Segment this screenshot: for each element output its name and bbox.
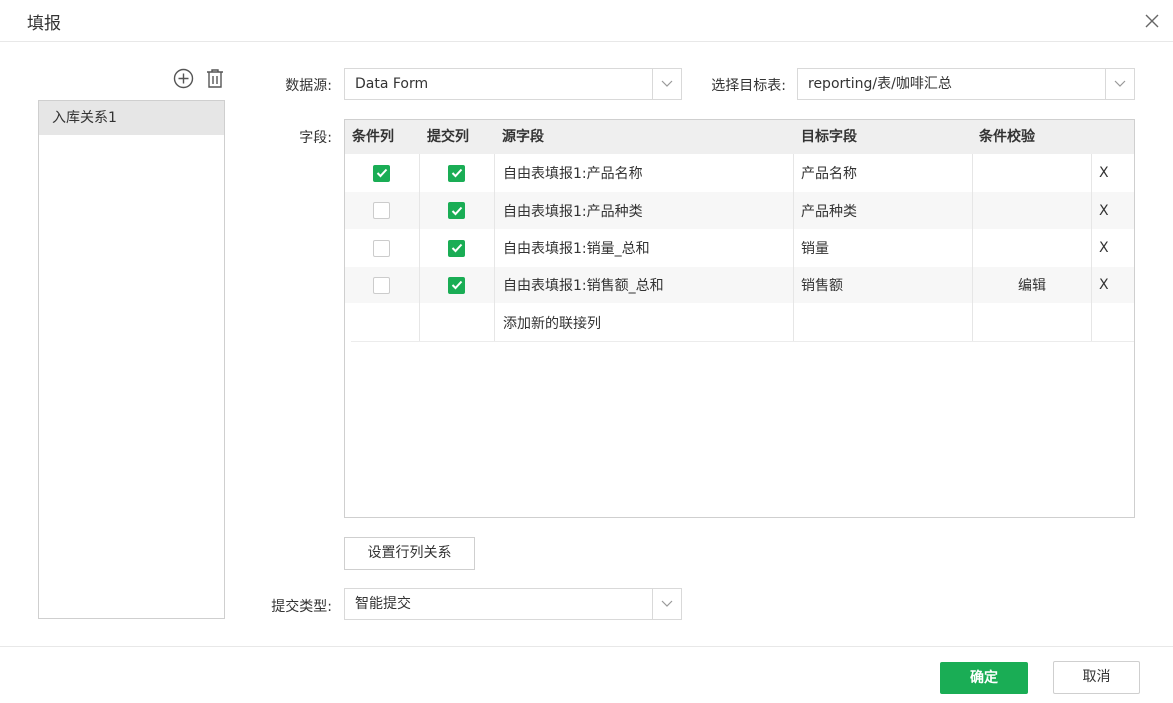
condition-checkbox[interactable]	[373, 202, 390, 219]
datasource-select[interactable]: Data Form	[344, 68, 682, 100]
header-source-field: 源字段	[502, 129, 544, 145]
relation-item-1[interactable]: 入库关系1	[39, 101, 224, 135]
delete-row-button[interactable]: X	[1099, 154, 1109, 192]
add-join-row: 添加新的联接列	[345, 303, 1134, 342]
dialog-title: 填报	[27, 14, 61, 34]
table-row: 自由表填报1:销量_总和 销量 X	[345, 229, 1134, 267]
target-field-cell[interactable]: 销售额	[801, 267, 843, 303]
condition-checkbox[interactable]	[373, 276, 390, 294]
header-submit: 提交列	[427, 129, 469, 145]
trash-icon	[207, 68, 223, 88]
table-row: 自由表填报1:产品种类 产品种类 X	[345, 192, 1134, 229]
delete-relation-button[interactable]	[204, 66, 226, 90]
field-mapping-table: 条件列 提交列 源字段 目标字段 条件校验 自由表填报1:产品名称 产品名称 X	[344, 119, 1135, 518]
header-target-field: 目标字段	[801, 129, 857, 145]
chevron-down-icon	[1105, 69, 1134, 99]
source-field-cell[interactable]: 自由表填报1:产品名称	[503, 154, 643, 192]
set-row-column-relation-button[interactable]: 设置行列关系	[344, 537, 475, 570]
delete-row-button[interactable]: X	[1099, 192, 1109, 229]
condition-checkbox[interactable]	[373, 239, 390, 257]
check-icon	[451, 168, 462, 178]
dialog-header: 填报	[0, 0, 1173, 42]
add-relation-button[interactable]	[172, 66, 194, 90]
check-icon	[451, 243, 462, 253]
fields-label: 字段:	[299, 130, 332, 146]
chevron-down-icon	[652, 69, 681, 99]
close-button[interactable]	[1141, 10, 1163, 32]
datasource-value: Data Form	[355, 76, 429, 92]
submit-type-select[interactable]: 智能提交	[344, 588, 682, 620]
submit-checkbox[interactable]	[448, 239, 465, 257]
table-row: 自由表填报1:产品名称 产品名称 X	[345, 154, 1134, 192]
datasource-label: 数据源:	[285, 78, 332, 94]
chevron-down-icon	[652, 589, 681, 619]
check-icon	[451, 280, 462, 290]
target-table-label: 选择目标表:	[711, 78, 786, 94]
submit-checkbox[interactable]	[448, 164, 465, 182]
submit-type-value: 智能提交	[355, 596, 411, 612]
target-field-cell[interactable]: 产品种类	[801, 192, 857, 229]
source-field-cell[interactable]: 自由表填报1:销量_总和	[503, 229, 650, 267]
header-condition: 条件列	[352, 129, 394, 145]
delete-row-button[interactable]: X	[1099, 267, 1109, 303]
submit-checkbox[interactable]	[448, 276, 465, 294]
check-icon	[376, 168, 387, 178]
add-circle-icon	[173, 68, 193, 88]
column-divider	[793, 154, 794, 341]
header-condition-check: 条件校验	[979, 129, 1035, 145]
check-icon	[451, 206, 462, 215]
column-divider	[419, 154, 420, 341]
delete-row-button[interactable]: X	[1099, 229, 1109, 267]
column-divider	[494, 154, 495, 341]
confirm-button[interactable]: 确定	[940, 662, 1028, 694]
source-field-cell[interactable]: 自由表填报1:销售额_总和	[503, 267, 664, 303]
sidebar-toolbar	[172, 66, 226, 90]
close-icon	[1145, 14, 1159, 28]
target-table-value: reporting/表/咖啡汇总	[808, 76, 952, 92]
target-field-cell[interactable]: 产品名称	[801, 154, 857, 192]
edit-condition-link[interactable]: 编辑	[1018, 267, 1046, 303]
submit-checkbox[interactable]	[448, 202, 465, 219]
submit-type-label: 提交类型:	[271, 599, 332, 615]
target-table-select[interactable]: reporting/表/咖啡汇总	[797, 68, 1135, 100]
cancel-button[interactable]: 取消	[1053, 661, 1140, 694]
target-field-cell[interactable]: 销量	[801, 229, 829, 267]
column-divider	[972, 154, 973, 341]
table-row: 自由表填报1:销售额_总和 销售额 编辑 X	[345, 267, 1134, 303]
add-join-column-link[interactable]: 添加新的联接列	[503, 303, 601, 342]
row-divider	[351, 341, 1134, 342]
relation-list: 入库关系1	[38, 100, 225, 619]
condition-checkbox[interactable]	[373, 164, 390, 182]
column-divider	[1091, 154, 1092, 341]
source-field-cell[interactable]: 自由表填报1:产品种类	[503, 192, 643, 229]
table-header: 条件列 提交列 源字段 目标字段 条件校验	[345, 120, 1134, 154]
